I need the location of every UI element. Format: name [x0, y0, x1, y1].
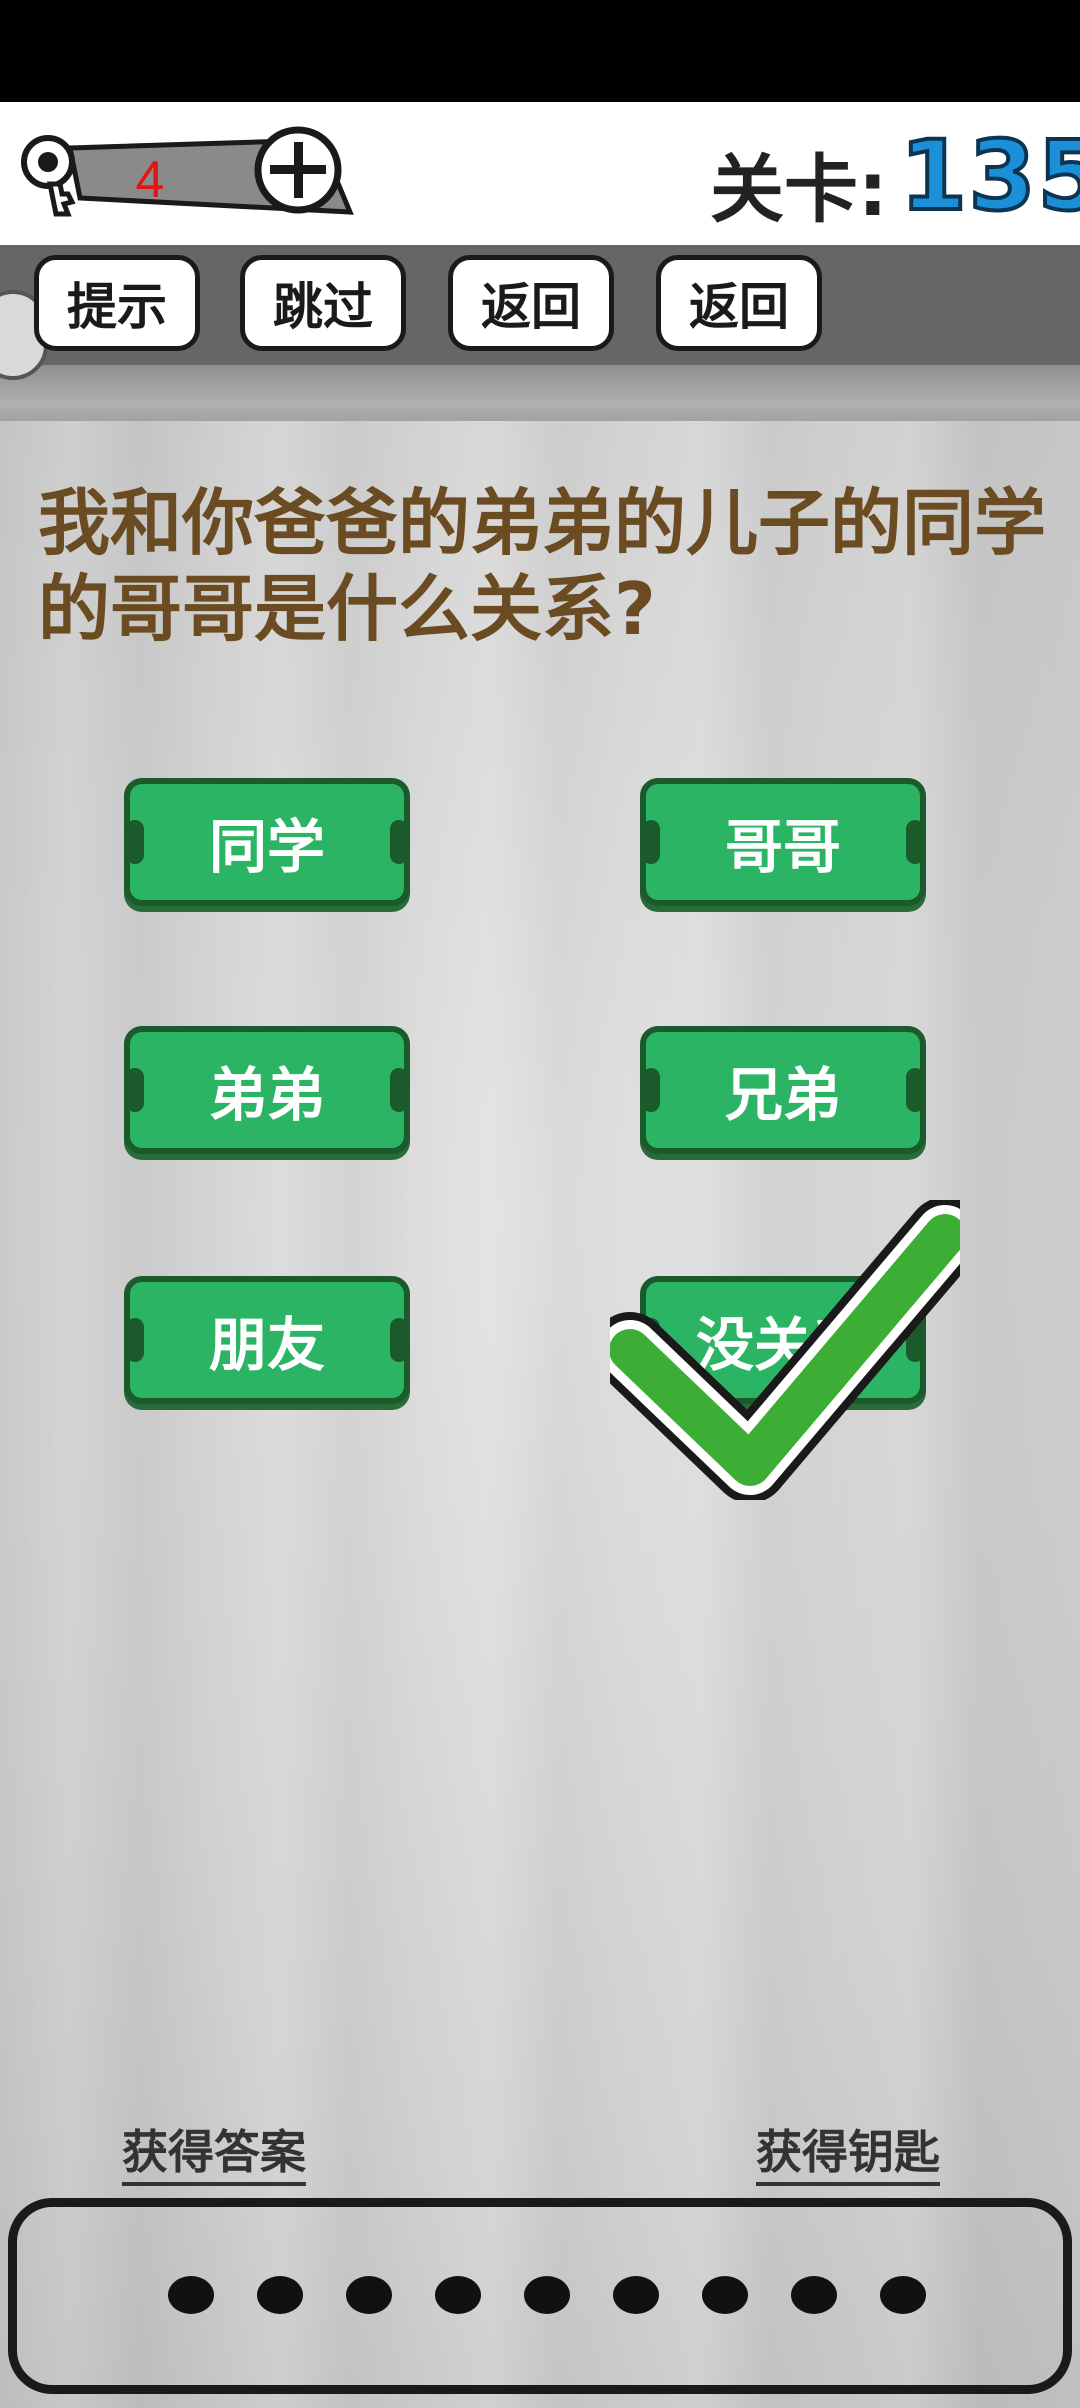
answer-slot	[613, 2276, 659, 2314]
answer-slots	[168, 2276, 926, 2314]
answer-slot	[435, 2276, 481, 2314]
option-button[interactable]: 兄弟	[640, 1026, 926, 1154]
get-key-link[interactable]: 获得钥匙	[756, 2116, 940, 2186]
answer-slot	[168, 2276, 214, 2314]
answer-slot	[524, 2276, 570, 2314]
answer-slot	[702, 2276, 748, 2314]
level-number: 135	[898, 118, 1080, 234]
checkmark-icon	[610, 1200, 960, 1500]
status-bar	[0, 0, 1080, 102]
plus-circle-icon[interactable]	[250, 122, 346, 218]
answer-slot	[257, 2276, 303, 2314]
option-button[interactable]: 同学	[124, 778, 410, 906]
answer-slot	[346, 2276, 392, 2314]
option-button[interactable]: 弟弟	[124, 1026, 410, 1154]
level-label: 关卡:	[710, 147, 888, 233]
key-icon	[21, 135, 76, 217]
back-button[interactable]: 返回	[448, 255, 614, 351]
key-count: 4	[135, 151, 165, 209]
option-button[interactable]: 哥哥	[640, 778, 926, 906]
get-answer-link[interactable]: 获得答案	[122, 2116, 306, 2186]
question-text: 我和你爸爸的弟弟的儿子的同学的哥哥是什么关系?	[38, 481, 1047, 651]
toolbar-shadow	[0, 365, 1080, 421]
skip-button[interactable]: 跳过	[240, 255, 406, 351]
hint-button[interactable]: 提示	[34, 255, 200, 351]
back-button-2[interactable]: 返回	[656, 255, 822, 351]
answer-slot	[880, 2276, 926, 2314]
option-button[interactable]: 朋友	[124, 1276, 410, 1404]
answer-slot	[791, 2276, 837, 2314]
